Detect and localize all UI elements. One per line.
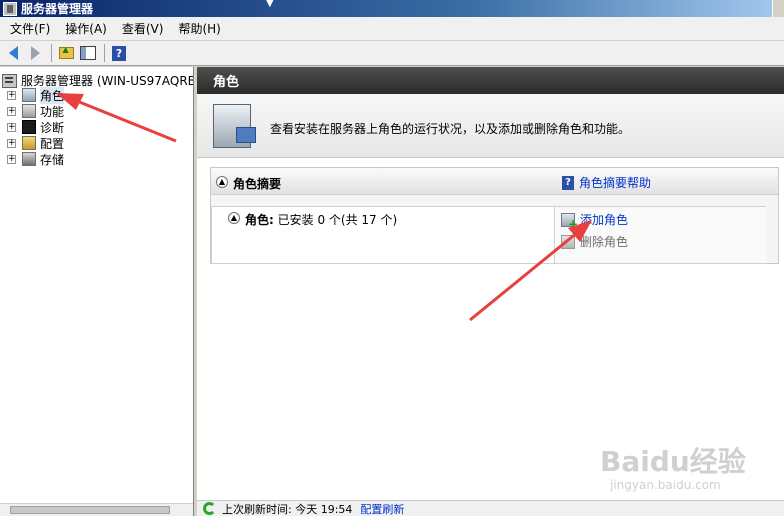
expand-icon[interactable]: + <box>7 154 16 164</box>
tree-item-label: 存储 <box>40 152 65 167</box>
tree-item-label: 配置 <box>40 136 65 151</box>
configuration-icon <box>22 136 36 150</box>
storage-icon <box>22 152 36 166</box>
remove-role-icon <box>561 234 575 249</box>
horizontal-scrollbar[interactable] <box>0 503 193 516</box>
roles-status-box: ▲ 角色: 已安装 0 个(共 17 个) 添加角色 删除角色 <box>211 206 766 264</box>
tree-item-label: 诊断 <box>40 120 65 135</box>
menu-view[interactable]: 查看(V) <box>116 20 170 37</box>
expand-icon[interactable]: + <box>7 122 16 132</box>
window-title: 服务器管理器 <box>21 2 94 16</box>
last-refresh-text: 上次刷新时间: 今天 19:54 <box>222 502 353 516</box>
help-icon: ? <box>112 45 126 61</box>
baidu-watermark: Baidu经验 jingyan.baidu.com <box>600 440 780 500</box>
up-level-button[interactable] <box>56 43 76 63</box>
help-icon: ? <box>562 175 574 190</box>
roles-summary-help-link[interactable]: ? 角色摘要帮助 <box>562 174 651 191</box>
remove-roles-link: 删除角色 <box>561 233 628 250</box>
roles-label: 角色: <box>245 213 274 227</box>
expand-icon[interactable]: + <box>7 138 16 148</box>
watermark-url: jingyan.baidu.com <box>610 478 721 492</box>
collapse-icon[interactable]: ▲ <box>216 176 228 188</box>
status-bar: 上次刷新时间: 今天 19:54 配置刷新 <box>197 500 784 516</box>
roles-server-icon <box>213 104 256 148</box>
expand-icon[interactable]: + <box>7 90 16 100</box>
add-roles-link[interactable]: 添加角色 <box>561 211 628 231</box>
section-header: ▲ 角色摘要 ? 角色摘要帮助 <box>211 168 778 195</box>
configure-refresh-link[interactable]: 配置刷新 <box>360 501 404 516</box>
menu-file[interactable]: 文件(F) <box>4 20 56 37</box>
scrollbar-thumb[interactable] <box>10 506 170 514</box>
up-folder-icon <box>58 45 74 59</box>
toolbar-separator <box>104 44 105 62</box>
menu-bar: 文件(F) 操作(A) 查看(V) 帮助(H) <box>0 17 784 41</box>
tree-item-configuration[interactable]: + 配置 <box>7 135 64 151</box>
tree-item-label: 功能 <box>40 104 65 119</box>
add-role-icon <box>561 212 578 231</box>
tree-item-diagnostics[interactable]: + 诊断 <box>7 119 64 135</box>
forward-icon <box>30 46 40 60</box>
roles-status: 角色: 已安装 0 个(共 17 个) <box>245 211 397 228</box>
diagnostics-icon <box>22 120 36 134</box>
title-bar: 服务器管理器 ▼ <box>0 0 784 17</box>
roles-summary-section: ▲ 角色摘要 ? 角色摘要帮助 ▲ 角色: 已安装 0 个(共 17 个) 添加… <box>210 167 779 264</box>
refresh-icon <box>203 502 216 515</box>
remove-roles-label: 删除角色 <box>580 235 629 249</box>
tree-item-label: 角色 <box>40 86 65 104</box>
section-title: 角色摘要 <box>233 177 282 191</box>
back-button[interactable] <box>3 43 23 63</box>
intro-text: 查看安装在服务器上角色的运行状况，以及添加或删除角色和功能。 <box>270 122 631 136</box>
toolbar: ? <box>0 41 784 66</box>
watermark-logo: Baidu经验 <box>600 445 746 478</box>
help-link-text[interactable]: 角色摘要帮助 <box>579 174 651 191</box>
server-manager-icon <box>3 1 17 16</box>
expand-icon[interactable]: + <box>7 106 16 116</box>
show-hide-tree-button[interactable] <box>78 43 98 63</box>
show-hide-tree-icon <box>80 46 96 60</box>
features-icon <box>22 104 36 118</box>
roles-icon <box>22 88 36 102</box>
caret-down-icon: ▼ <box>266 0 274 9</box>
window-controls[interactable] <box>772 0 784 17</box>
add-roles-label[interactable]: 添加角色 <box>580 211 628 228</box>
pane-header: 角色 <box>197 67 784 94</box>
menu-action[interactable]: 操作(A) <box>59 20 113 37</box>
roles-count: 已安装 0 个(共 17 个) <box>277 213 398 227</box>
collapse-icon[interactable]: ▲ <box>228 212 240 224</box>
actions-panel: 添加角色 删除角色 <box>554 207 766 263</box>
toolbar-separator <box>51 44 52 62</box>
back-icon <box>8 46 18 60</box>
help-button[interactable]: ? <box>109 43 129 63</box>
tree-item-features[interactable]: + 功能 <box>7 103 64 119</box>
menu-help[interactable]: 帮助(H) <box>172 20 226 37</box>
server-icon <box>2 73 17 88</box>
forward-button[interactable] <box>25 43 45 63</box>
tree-item-storage[interactable]: + 存储 <box>7 151 64 167</box>
navigation-tree: 服务器管理器 (WIN-US97AQRBOD + 角色 + 功能 + 诊断 + … <box>0 67 194 516</box>
tree-item-roles[interactable]: + 角色 <box>7 86 65 104</box>
